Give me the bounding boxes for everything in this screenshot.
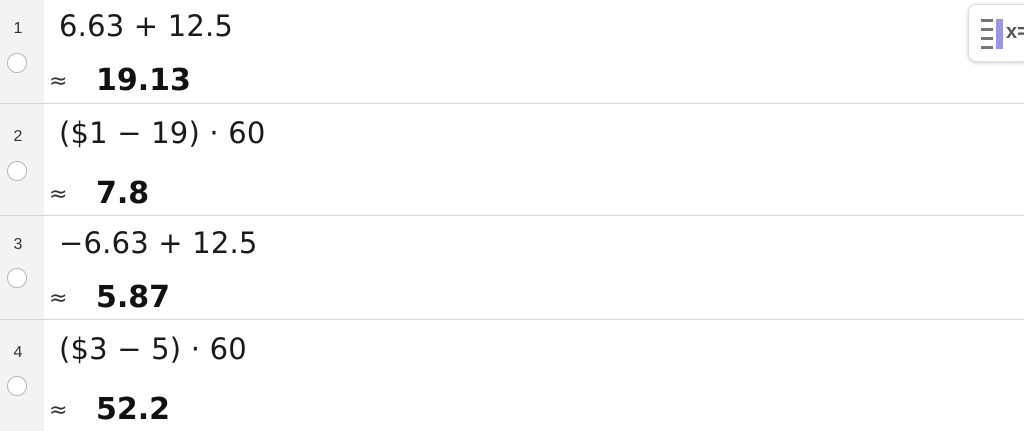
approx-symbol: ≈ [49,69,68,94]
cas-row-1[interactable]: 1 6.63 + 12.5 ≈ 19.13 [0,0,1024,103]
row-number: 2 [13,128,23,145]
output-toggle-radio[interactable] [7,376,27,396]
algebra-view-icon [981,19,993,49]
cas-output: 19.13 [96,63,191,98]
algebra-view-toggle-label: x= [1006,21,1024,43]
algebra-view-icon-bar [996,19,1003,49]
row-gutter [0,216,44,319]
row-number: 3 [13,236,23,253]
cas-output: 5.87 [96,280,171,315]
row-gutter [0,320,44,431]
approx-symbol: ≈ [49,182,68,207]
row-number: 4 [13,344,23,361]
cas-row-2[interactable]: 2 ($1 − 19) · 60 ≈ 7.8 [0,104,1024,215]
cas-input[interactable]: ($1 − 19) · 60 [59,116,266,150]
output-toggle-radio[interactable] [7,161,27,181]
cas-input[interactable]: −6.63 + 12.5 [59,226,258,260]
cas-output: 52.2 [96,392,171,427]
row-gutter [0,104,44,215]
approx-symbol: ≈ [49,286,68,311]
cas-row-3[interactable]: 3 −6.63 + 12.5 ≈ 5.87 [0,216,1024,319]
cas-input[interactable]: 6.63 + 12.5 [59,9,233,43]
cas-output: 7.8 [96,176,150,211]
output-toggle-radio[interactable] [7,268,27,288]
output-toggle-radio[interactable] [7,53,27,73]
row-gutter [0,0,44,103]
row-number: 1 [13,20,23,37]
cas-row-4[interactable]: 4 ($3 − 5) · 60 ≈ 52.2 [0,320,1024,431]
cas-view: 1 6.63 + 12.5 ≈ 19.13 2 ($1 − 19) · 60 ≈… [0,0,1024,431]
cas-input[interactable]: ($3 − 5) · 60 [59,332,247,366]
algebra-view-toggle-button[interactable]: x= [968,4,1024,62]
approx-symbol: ≈ [49,398,68,423]
